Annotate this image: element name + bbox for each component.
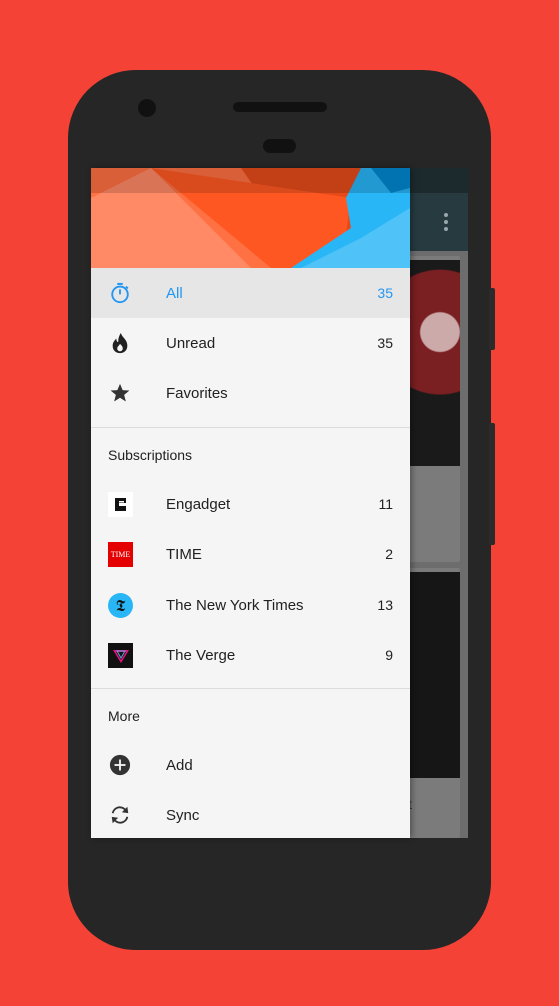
more-item-sync[interactable]: Sync <box>91 790 410 838</box>
subscription-item-verge[interactable]: The Verge 9 <box>91 630 410 680</box>
more-item-add[interactable]: Add <box>91 740 410 790</box>
article-image <box>410 260 460 466</box>
subscription-item-nyt[interactable]: 𝕿 The New York Times 13 <box>91 580 410 630</box>
navigation-drawer: All 35 Unread 35 Favorites Subscriptions… <box>91 168 410 838</box>
timer-icon <box>108 281 132 305</box>
nav-item-label: Unread <box>166 334 216 352</box>
divider <box>91 688 410 689</box>
subscription-count: 13 <box>377 597 393 613</box>
nav-item-label: All <box>166 284 183 302</box>
power-button <box>489 288 495 350</box>
nav-item-unread[interactable]: Unread 35 <box>91 318 410 368</box>
add-icon <box>108 753 132 777</box>
volume-button <box>489 423 495 545</box>
time-logo-text: TIME <box>110 550 131 559</box>
flame-icon <box>108 331 132 355</box>
more-item-label: Add <box>166 756 193 774</box>
engadget-icon <box>108 492 133 517</box>
subscription-item-engadget[interactable]: Engadget 11 <box>91 479 410 529</box>
time-icon: TIME <box>108 542 133 567</box>
subscription-count: 9 <box>385 647 393 663</box>
subscription-label: The Verge <box>166 646 236 664</box>
drawer-header-art <box>91 168 410 268</box>
sync-icon <box>108 803 132 827</box>
subscription-count: 11 <box>378 496 393 512</box>
nyt-logo-glyph: 𝕿 <box>115 595 126 615</box>
star-icon <box>108 381 132 405</box>
nav-item-count: 35 <box>377 285 393 301</box>
subscription-label: TIME <box>166 545 202 563</box>
subscription-item-time[interactable]: TIME TIME 2 <box>91 529 410 579</box>
drawer-status-bar <box>91 168 410 193</box>
proximity-sensor <box>263 139 296 153</box>
subscriptions-heading: Subscriptions <box>108 447 193 463</box>
nav-item-favorites[interactable]: Favorites <box>91 368 410 418</box>
verge-icon <box>108 643 133 668</box>
nav-item-label: Favorites <box>166 384 228 402</box>
article-image <box>410 572 460 778</box>
more-heading: More <box>108 708 140 724</box>
nav-item-count: 35 <box>377 335 393 351</box>
nav-item-all[interactable]: All 35 <box>91 268 410 318</box>
subscription-count: 2 <box>385 546 393 562</box>
divider <box>91 427 410 428</box>
more-item-label: Sync <box>166 806 200 824</box>
subscription-label: The New York Times <box>166 596 304 614</box>
earpiece-speaker <box>233 102 327 112</box>
nyt-icon: 𝕿 <box>108 593 133 618</box>
overflow-menu-icon[interactable] <box>444 213 448 231</box>
subscription-label: Engadget <box>166 495 231 513</box>
front-camera <box>138 99 156 117</box>
